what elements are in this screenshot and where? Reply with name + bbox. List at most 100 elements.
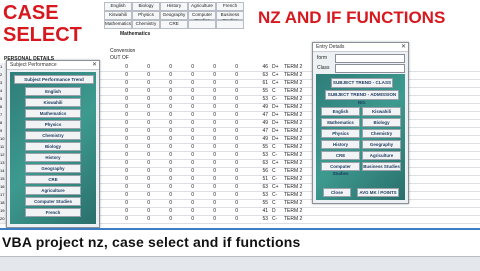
mean-score-cell[interactable]: 47 [248,112,268,118]
trend-subject-button[interactable]: French [25,208,81,217]
score-cell[interactable]: 0 [218,144,238,150]
score-cell[interactable]: 0 [174,176,194,182]
grade-cell[interactable]: D+ [272,104,279,110]
entry-subject-button[interactable]: CRE [321,151,360,160]
mean-score-cell[interactable]: 51 [248,176,268,182]
score-cell[interactable]: 0 [218,88,238,94]
entry-subject-button[interactable]: Chemistry [362,129,401,138]
score-cell[interactable]: 0 [130,64,150,70]
mean-score-cell[interactable]: 53 [248,96,268,102]
score-cell[interactable]: 0 [218,184,238,190]
score-cell[interactable]: 0 [152,136,172,142]
score-cell[interactable]: 0 [108,128,128,134]
score-cell[interactable]: 0 [130,144,150,150]
trend-subject-button[interactable]: Agriculture [25,186,81,195]
grade-cell[interactable]: C+ [272,160,279,166]
term-cell[interactable]: TERM 2 [284,208,302,214]
score-cell[interactable]: 0 [152,168,172,174]
grade-cell[interactable]: C [272,168,276,174]
score-cell[interactable]: 0 [218,176,238,182]
term-cell[interactable]: TERM 2 [284,88,302,94]
score-cell[interactable]: 0 [108,200,128,206]
term-cell[interactable]: TERM 2 [284,120,302,126]
trend-subject-button[interactable]: Kiswahili [25,98,81,107]
score-cell[interactable]: 0 [130,208,150,214]
trend-subject-button[interactable]: Chemistry [25,131,81,140]
entry-subject-button[interactable]: English [321,107,360,116]
trend-subject-button[interactable]: Geography [25,164,81,173]
subject-header-cell[interactable]: Agriculture [188,2,216,11]
score-cell[interactable]: 0 [130,128,150,134]
score-cell[interactable]: 0 [130,192,150,198]
form-combo[interactable] [335,54,405,63]
term-cell[interactable]: TERM 2 [284,96,302,102]
score-cell[interactable]: 0 [108,136,128,142]
mean-score-cell[interactable]: 53 [248,216,268,222]
score-cell[interactable]: 0 [196,80,216,86]
score-cell[interactable]: 0 [108,120,128,126]
score-cell[interactable]: 0 [218,200,238,206]
entry-subject-button[interactable]: Business Studies [362,162,401,171]
term-cell[interactable]: TERM 2 [284,144,302,150]
score-cell[interactable]: 0 [196,64,216,70]
score-cell[interactable]: 0 [218,72,238,78]
score-cell[interactable]: 0 [152,192,172,198]
term-cell[interactable]: TERM 2 [284,216,302,222]
grade-cell[interactable]: D+ [272,112,279,118]
grade-cell[interactable]: D+ [272,128,279,134]
grade-cell[interactable]: C [272,144,276,150]
score-cell[interactable]: 0 [130,168,150,174]
score-cell[interactable]: 0 [130,160,150,166]
entry-subject-button[interactable]: Kiswahili [362,107,401,116]
score-cell[interactable]: 0 [152,104,172,110]
score-cell[interactable]: 0 [174,80,194,86]
score-cell[interactable]: 0 [196,152,216,158]
score-cell[interactable]: 0 [196,184,216,190]
score-cell[interactable]: 0 [152,160,172,166]
mean-score-cell[interactable]: 47 [248,128,268,134]
score-cell[interactable]: 0 [108,176,128,182]
subject-header-cell[interactable]: French [216,2,244,11]
score-cell[interactable]: 0 [130,120,150,126]
score-cell[interactable]: 0 [108,152,128,158]
score-cell[interactable]: 0 [218,208,238,214]
score-cell[interactable]: 0 [130,216,150,222]
score-cell[interactable]: 0 [130,88,150,94]
entry-subject-button[interactable]: History [321,140,360,149]
score-cell[interactable]: 0 [108,168,128,174]
score-cell[interactable]: 0 [174,120,194,126]
score-cell[interactable]: 0 [174,216,194,222]
term-cell[interactable]: TERM 2 [284,152,302,158]
term-cell[interactable]: TERM 2 [284,80,302,86]
score-cell[interactable]: 0 [152,88,172,94]
score-cell[interactable]: 0 [218,96,238,102]
score-cell[interactable]: 0 [196,88,216,94]
score-cell[interactable]: 0 [196,112,216,118]
subject-header-cell[interactable]: Computer Studies [188,11,216,23]
score-cell[interactable]: 0 [174,200,194,206]
grade-cell[interactable]: C- [272,152,277,158]
subject-header-cell[interactable]: Biology [132,2,160,11]
mean-score-cell[interactable]: 63 [248,184,268,190]
score-cell[interactable]: 0 [196,144,216,150]
trend-subject-button[interactable]: Biology [25,142,81,151]
score-cell[interactable]: 0 [108,72,128,78]
score-cell[interactable]: 0 [152,112,172,118]
score-cell[interactable]: 0 [174,152,194,158]
score-cell[interactable]: 0 [174,136,194,142]
entry-subject-button[interactable]: Agriculture [362,151,401,160]
grade-cell[interactable]: D+ [272,136,279,142]
subject-trend-admission-button[interactable]: SUBJECT TREND - ADMISSION NO. [325,90,399,105]
score-cell[interactable]: 0 [108,216,128,222]
grade-cell[interactable]: C- [272,176,277,182]
term-cell[interactable]: TERM 2 [284,160,302,166]
score-cell[interactable]: 0 [152,72,172,78]
score-cell[interactable]: 0 [196,120,216,126]
score-cell[interactable]: 0 [152,120,172,126]
score-cell[interactable]: 0 [174,72,194,78]
score-cell[interactable]: 0 [196,96,216,102]
score-cell[interactable]: 0 [108,80,128,86]
mean-score-cell[interactable]: 61 [248,80,268,86]
subject-header-cell[interactable]: Mathematics [104,20,132,29]
mean-score-cell[interactable]: 55 [248,88,268,94]
